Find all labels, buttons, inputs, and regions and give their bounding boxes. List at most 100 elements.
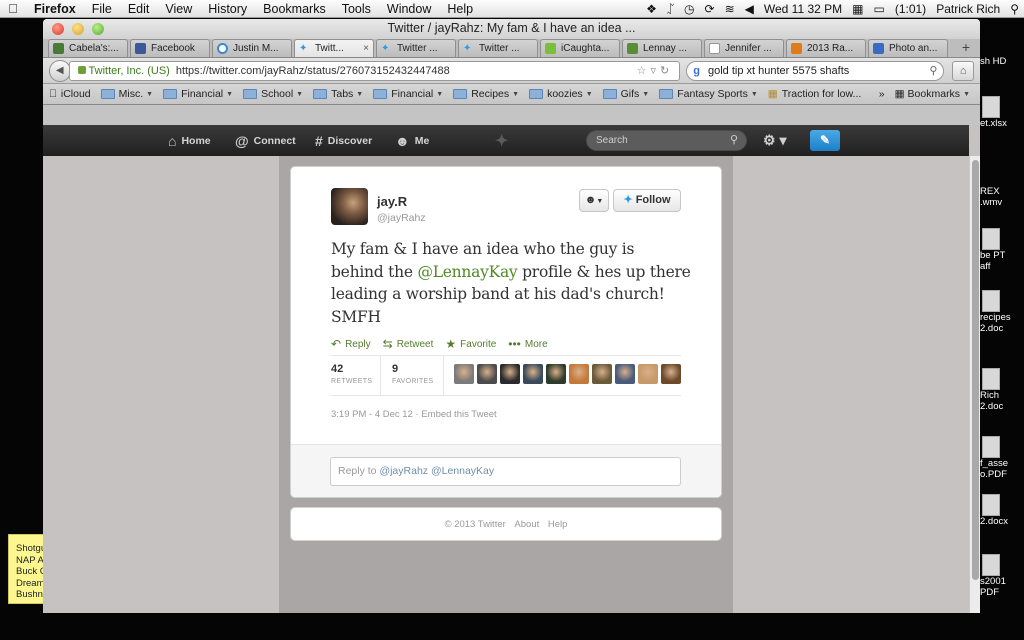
more-action[interactable]: ••• More [508,337,547,351]
bookmark-folder-financial-2[interactable]: Financial ▼ [373,88,443,100]
tweet-display-name[interactable]: jay.R [377,194,407,209]
close-window-button[interactable] [52,23,64,35]
menubar-clock[interactable]: Wed 11 32 PM [759,2,847,16]
footer-help-link[interactable]: Help [548,519,568,530]
back-button[interactable]: ◀ [49,59,71,82]
dropbox-icon[interactable]: ❖ [641,2,662,16]
calendar-icon[interactable]: ▦ [847,2,868,16]
menu-window[interactable]: Window [379,2,439,16]
desktop-file[interactable]: REX .wmv [980,186,1024,208]
tab-justin[interactable]: Justin M... [212,39,292,57]
menu-bookmarks[interactable]: Bookmarks [255,2,334,16]
close-tab-icon[interactable]: × [363,43,369,54]
tab-jennifer[interactable]: Jennifer ... [704,39,784,57]
tweet-timestamp[interactable]: 3:19 PM - 4 Dec 12 [331,409,413,420]
footer-about-link[interactable]: About [514,519,539,530]
bookmarks-menu-button[interactable]: ▦ Bookmarks ▼ [895,88,970,100]
search-bar[interactable]: g gold tip xt hunter 5575 shafts ⚲ [686,60,945,81]
apple-menu-icon[interactable]:  [0,1,26,16]
bookmark-folder-financial[interactable]: Financial ▼ [163,88,233,100]
favoriter-avatar[interactable] [546,364,566,384]
sync-icon[interactable]: ⟳ [700,2,720,16]
bookmark-star-icon[interactable]: ☆ [637,65,651,77]
nav-me[interactable]: ☻ Me [395,125,429,156]
tab-lennay[interactable]: Lennay ... [622,39,702,57]
bluetooth-icon[interactable]: ᛢ [662,2,679,16]
nav-home[interactable]: ⌂ Home [168,125,211,156]
embed-tweet-link[interactable]: Embed this Tweet [421,409,496,420]
tab-2013-ra[interactable]: 2013 Ra... [786,39,866,57]
desktop-file[interactable]: s2001 PDF [980,554,1024,598]
url-text[interactable]: https://twitter.com/jayRahz/status/27607… [176,65,450,77]
desktop-file[interactable]: f_asse o.PDF [980,436,1024,480]
scrollbar-thumb[interactable] [972,160,979,580]
scrollbar[interactable] [969,156,980,613]
retweet-action[interactable]: ⇆ Retweet [383,337,434,351]
google-icon[interactable]: g [693,65,700,77]
search-icon[interactable]: ⚲ [730,131,738,150]
favoriter-avatar[interactable] [569,364,589,384]
favoriter-avatar[interactable] [454,364,474,384]
menu-help[interactable]: Help [439,2,481,16]
desktop-file[interactable]: et.xlsx [980,96,1024,129]
favoriter-avatar[interactable] [477,364,497,384]
menu-history[interactable]: History [200,2,255,16]
desktop-file[interactable]: Rich 2.doc [980,368,1024,412]
menu-tools[interactable]: Tools [334,2,379,16]
time-machine-icon[interactable]: ◷ [679,2,699,16]
bookmark-folder-fantasy-sports[interactable]: Fantasy Sports ▼ [659,88,758,100]
follow-button[interactable]: ✦ Follow [613,189,681,212]
tab-cabelas[interactable]: Cabela's:... [48,39,128,57]
minimize-window-button[interactable] [72,23,84,35]
favoriter-avatar[interactable] [661,364,681,384]
bookmark-folder-tabs[interactable]: Tabs ▼ [313,88,363,100]
search-query[interactable]: gold tip xt hunter 5575 shafts [708,65,849,77]
menu-edit[interactable]: Edit [120,2,158,16]
dropdown-arrow-icon[interactable]: ▿ [651,65,661,77]
desktop-file[interactable]: recipes 2.doc [980,290,1024,334]
favoriter-avatar[interactable] [500,364,520,384]
tab-icaughta[interactable]: iCaughta... [540,39,620,57]
user-actions-button[interactable]: ☻▼ [579,189,609,212]
new-tab-button[interactable]: + [958,40,974,56]
volume-icon[interactable]: ◀ [740,2,759,16]
search-icon[interactable]: ⚲ [929,64,937,77]
battery-icon[interactable]: ▭ [868,2,889,16]
tab-twitter[interactable]: ✦ Twitter ... [376,39,456,57]
menu-view[interactable]: View [157,2,200,16]
zoom-window-button[interactable] [92,23,104,35]
nav-connect[interactable]: @ Connect [235,125,296,156]
favoriter-avatar[interactable] [592,364,612,384]
bookmark-folder-school[interactable]: School ▼ [243,88,303,100]
reload-icon[interactable]: ↻ [660,65,673,77]
mention-link[interactable]: @LennayKay [417,263,517,281]
bookmark-folder-recipes[interactable]: Recipes ▼ [453,88,519,100]
menu-file[interactable]: File [84,2,120,16]
url-bar[interactable]: Twitter, Inc. (US) https://twitter.com/j… [68,60,681,81]
reply-input[interactable]: Reply to @jayRahz @LennayKay [330,457,681,486]
favorite-action[interactable]: ★ Favorite [445,337,496,351]
wifi-icon[interactable]: ≋ [720,2,740,16]
favorite-count[interactable]: 9 FAVORITES [392,363,433,385]
reply-action[interactable]: ↶ Reply [331,337,371,351]
nav-discover[interactable]: # Discover [315,125,372,156]
gear-icon[interactable]: ⚙ ▾ [763,132,786,149]
window-titlebar[interactable]: Twitter / jayRahz: My fam & I have an id… [43,19,980,39]
spotlight-icon[interactable]: ⚲ [1005,2,1024,16]
favoriter-avatar[interactable] [615,364,635,384]
twitter-search-input[interactable]: Search ⚲ [586,130,747,151]
bookmark-folder-misc[interactable]: Misc. ▼ [100,88,153,100]
tab-twitter-active[interactable]: ✦ Twitt... × [294,39,374,57]
desktop-file[interactable]: sh HD [980,56,1024,67]
menubar-user[interactable]: Patrick Rich [931,2,1005,16]
desktop-file[interactable]: be PT aff [980,228,1024,272]
avatar[interactable] [331,188,368,225]
tab-facebook[interactable]: Facebook [130,39,210,57]
bookmark-icloud[interactable]: iCloud [49,88,91,100]
site-identity[interactable]: Twitter, Inc. (US) [77,65,170,77]
retweet-count[interactable]: 42 RETWEETS [331,363,372,385]
bookmarks-overflow-button[interactable]: » [879,88,885,100]
bookmark-folder-gifs[interactable]: Gifs ▼ [602,88,649,100]
tweet-handle[interactable]: @jayRahz [377,212,426,224]
bookmark-folder-koozies[interactable]: koozies ▼ [529,88,593,100]
